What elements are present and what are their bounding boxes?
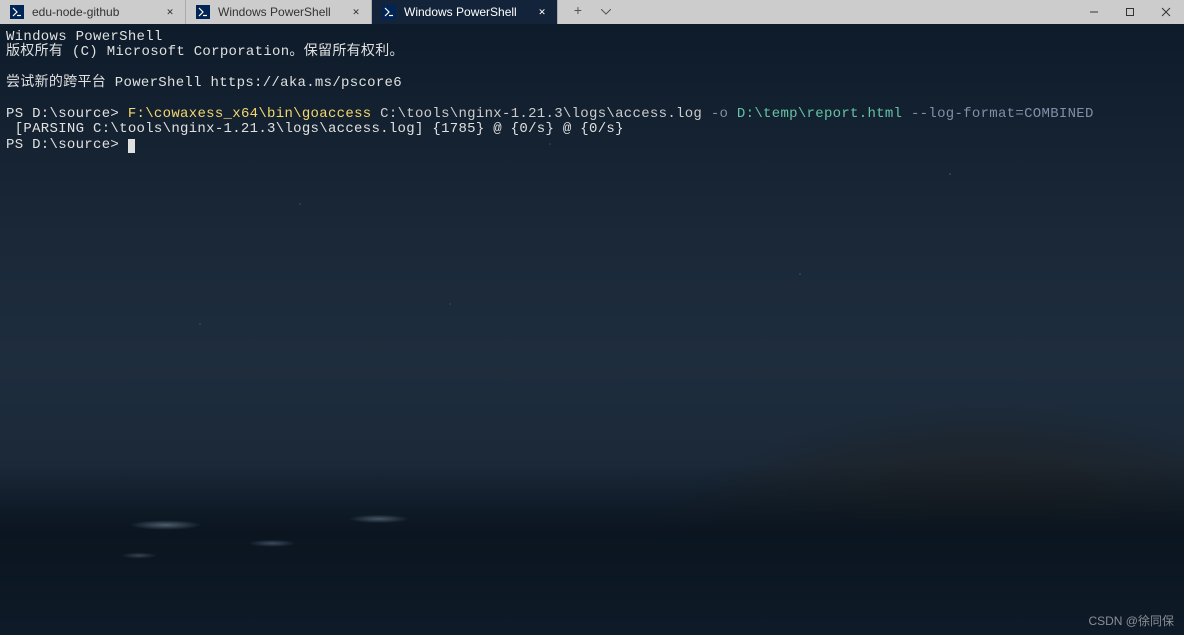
close-icon[interactable]: ✕ [163,5,177,19]
watermark: CSDN @徐同保 [1088,612,1174,629]
close-icon[interactable]: ✕ [535,5,549,19]
prompt: PS D:\source> [6,106,128,122]
powershell-icon [382,5,396,19]
close-icon[interactable]: ✕ [349,5,363,19]
command-arg: C:\tools\nginx-1.21.3\logs\access.log [371,106,710,122]
tab-powershell-2[interactable]: Windows PowerShell ✕ [372,0,558,24]
prompt: PS D:\source> [6,137,128,153]
titlebar-actions: + [564,0,620,24]
terminal-prompt-line: PS D:\source> [6,138,1178,153]
terminal-line [6,61,1178,76]
terminal-command-line: PS D:\source> F:\cowaxess_x64\bin\goacce… [6,107,1178,122]
tab-dropdown-button[interactable] [592,0,620,24]
command-output-path: D:\temp\report.html [728,106,911,122]
terminal-line: 版权所有 (C) Microsoft Corporation。保留所有权利。 [6,45,1178,60]
close-window-button[interactable] [1148,0,1184,24]
window-controls [1076,0,1184,24]
command-flag: --log-format=COMBINED [911,106,1094,122]
tab-label: edu-node-github [32,5,155,19]
terminal-area[interactable]: Windows PowerShell版权所有 (C) Microsoft Cor… [0,24,1184,635]
terminal-line: 尝试新的跨平台 PowerShell https://aka.ms/pscore… [6,76,1178,91]
terminal-line: [PARSING C:\tools\nginx-1.21.3\logs\acce… [6,122,1178,137]
cursor [128,139,135,153]
command-flag: -o [711,106,728,122]
background-sea [59,464,592,586]
titlebar: edu-node-github ✕ Windows PowerShell ✕ W… [0,0,1184,24]
powershell-icon [10,5,24,19]
tab-edu-node-github[interactable]: edu-node-github ✕ [0,0,186,24]
maximize-button[interactable] [1112,0,1148,24]
tab-powershell-1[interactable]: Windows PowerShell ✕ [186,0,372,24]
minimize-button[interactable] [1076,0,1112,24]
tab-label: Windows PowerShell [218,5,341,19]
tab-label: Windows PowerShell [404,5,527,19]
terminal-line [6,92,1178,107]
new-tab-button[interactable]: + [564,0,592,24]
tab-strip: edu-node-github ✕ Windows PowerShell ✕ W… [0,0,558,24]
command-binary: F:\cowaxess_x64\bin\goaccess [128,106,372,122]
terminal-output: Windows PowerShell版权所有 (C) Microsoft Cor… [0,24,1184,159]
powershell-icon [196,5,210,19]
